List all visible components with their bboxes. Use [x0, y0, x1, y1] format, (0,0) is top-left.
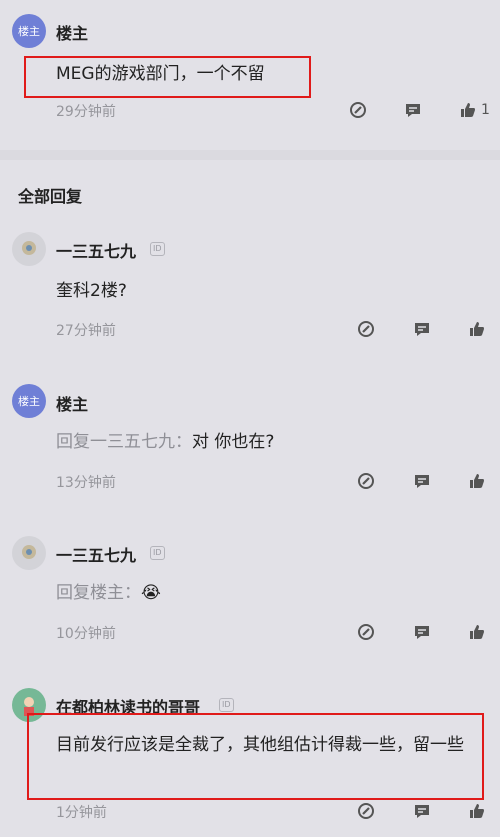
highlight-box	[24, 56, 311, 98]
author-name[interactable]: 楼主	[56, 391, 88, 415]
like-count: 1	[481, 102, 490, 118]
thumbs-up-icon[interactable]	[467, 622, 487, 642]
thumbs-up-icon[interactable]	[467, 801, 487, 821]
avatar[interactable]	[12, 232, 46, 266]
thumbs-up-icon[interactable]	[467, 471, 487, 491]
id-badge: ID	[150, 546, 165, 560]
emoji: 😭	[141, 583, 161, 603]
reply-content: 奎科2楼?	[56, 281, 127, 301]
reply-time: 13分钟前	[56, 475, 116, 491]
reply-time: 10分钟前	[56, 626, 116, 642]
thumbs-up-icon[interactable]	[458, 100, 478, 120]
reply-prefix[interactable]: 回复楼主：	[56, 583, 141, 603]
avatar[interactable]	[12, 536, 46, 570]
top-post: 楼主 楼主 MEG的游戏部门，一个不留 29分钟前 1	[0, 0, 500, 150]
section-title: 全部回复	[18, 187, 83, 206]
reply-content: 回复一三五七九：对 你也在?	[56, 432, 275, 452]
edit-icon[interactable]	[356, 622, 376, 642]
comment-icon[interactable]	[412, 471, 432, 491]
edit-icon[interactable]	[356, 801, 376, 821]
reply-time: 27分钟前	[56, 323, 116, 339]
id-badge: ID	[150, 242, 165, 256]
section-divider	[0, 150, 500, 160]
comment-icon[interactable]	[412, 801, 432, 821]
author-name[interactable]: 一三五七九	[56, 542, 136, 566]
comment-icon[interactable]	[412, 622, 432, 642]
reply-time: 1分钟前	[56, 805, 107, 821]
edit-icon[interactable]	[348, 100, 368, 120]
author-name[interactable]: 楼主	[56, 20, 88, 44]
edit-icon[interactable]	[356, 471, 376, 491]
author-name[interactable]: 一三五七九	[56, 238, 136, 262]
thumbs-up-icon[interactable]	[467, 319, 487, 339]
reply-prefix[interactable]: 回复一三五七九：	[56, 432, 192, 452]
edit-icon[interactable]	[356, 319, 376, 339]
post-time: 29分钟前	[56, 104, 116, 120]
avatar[interactable]: 楼主	[12, 14, 46, 48]
id-badge: ID	[219, 698, 234, 712]
avatar[interactable]: 楼主	[12, 384, 46, 418]
highlight-box	[27, 713, 484, 800]
reply-content: 回复楼主：😭	[56, 578, 161, 608]
comment-icon[interactable]	[412, 319, 432, 339]
comment-icon[interactable]	[403, 100, 423, 120]
